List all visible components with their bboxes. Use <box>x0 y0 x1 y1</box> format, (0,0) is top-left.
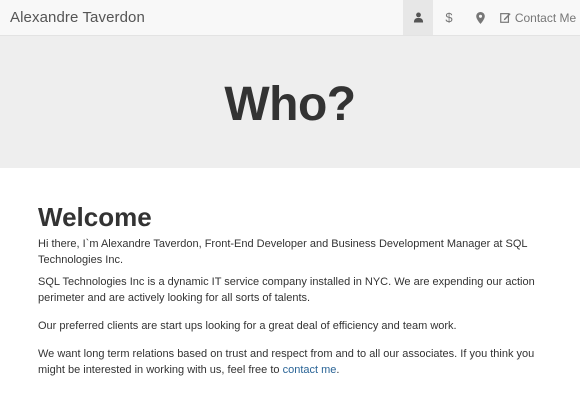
user-icon <box>413 12 424 23</box>
main-content: Welcome Hi there, I`m Alexandre Taverdon… <box>38 202 548 378</box>
brand-link[interactable]: Alexandre Taverdon <box>10 9 145 26</box>
nav-item-pricing[interactable]: $ <box>434 0 464 35</box>
dollar-icon: $ <box>445 10 453 25</box>
nav-item-about[interactable] <box>403 0 433 35</box>
clients-paragraph: Our preferred clients are start ups look… <box>38 320 457 332</box>
edit-icon <box>499 12 511 23</box>
hero-banner: Who? <box>0 36 580 168</box>
intro-paragraph: Hi there, I`m Alexandre Taverdon, Front-… <box>38 238 528 266</box>
welcome-heading: Welcome <box>38 202 152 232</box>
nav-item-location[interactable] <box>465 0 495 35</box>
hero-title: Who? <box>224 78 356 131</box>
navbar: Alexandre Taverdon $ Contact Me <box>0 0 580 36</box>
company-paragraph: SQL Technologies Inc is a dynamic IT ser… <box>38 276 535 304</box>
relations-end: . <box>336 364 340 376</box>
contact-me-link[interactable]: contact me <box>283 364 337 376</box>
nav-item-contact[interactable]: Contact Me <box>496 0 580 35</box>
nav-contact-label: Contact Me <box>514 10 577 25</box>
map-marker-icon <box>475 11 485 24</box>
relations-paragraph: We want long term relations based on tru… <box>38 346 548 378</box>
